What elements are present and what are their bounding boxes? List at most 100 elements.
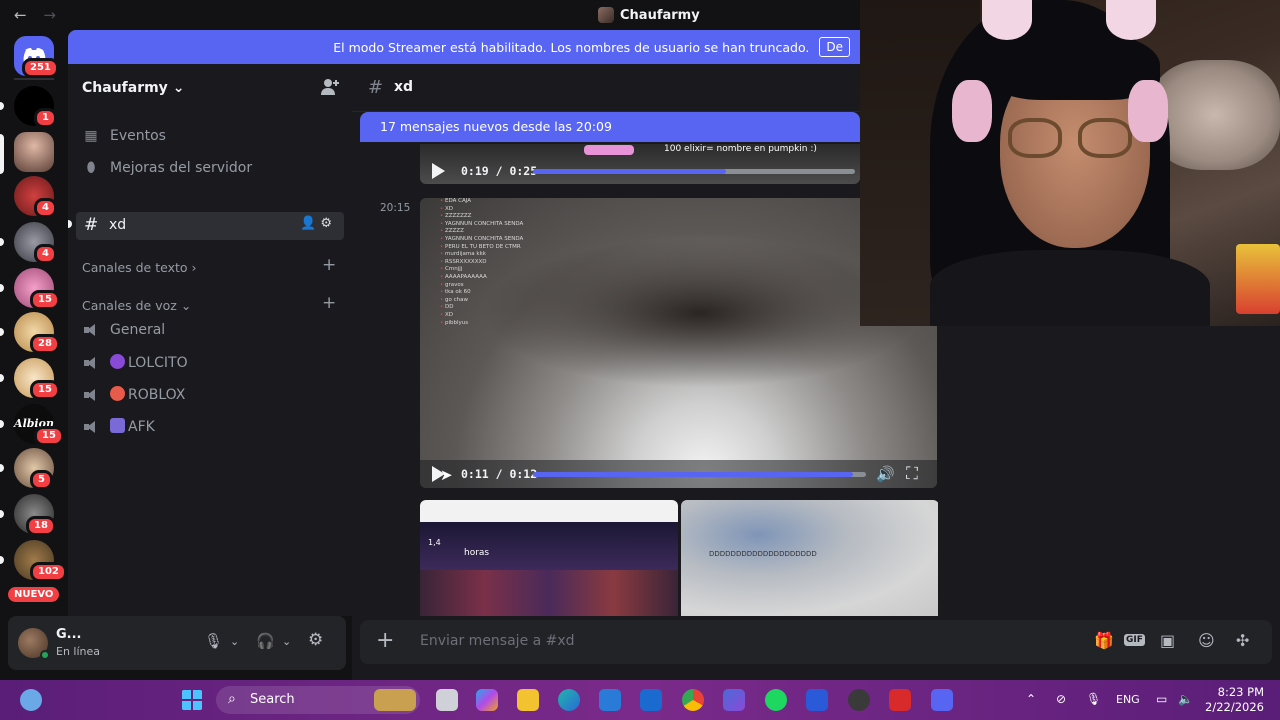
username[interactable]: G... — [56, 627, 82, 642]
language-indicator[interactable]: ENG — [1116, 693, 1140, 706]
attach-plus-icon[interactable]: + — [376, 628, 394, 653]
emoji-icon[interactable]: ☺ — [1198, 631, 1215, 650]
add-voice-channel-icon[interactable]: + — [322, 293, 336, 313]
message-input[interactable]: Enviar mensaje a #xd — [420, 633, 575, 649]
forward-arrow-icon[interactable]: → — [43, 6, 56, 24]
server-icon-4[interactable]: 15 — [14, 268, 60, 310]
server-icon-1[interactable]: 1 — [14, 86, 57, 128]
gif-button[interactable]: GIF — [1124, 634, 1145, 646]
invite-icon[interactable]: 👤 — [300, 216, 320, 231]
discord-taskbar-icon[interactable] — [931, 689, 953, 711]
windows-start-icon[interactable] — [181, 689, 203, 711]
app-icon[interactable] — [806, 689, 828, 711]
headphones-icon[interactable]: 🎧 — [256, 632, 275, 650]
copilot-icon[interactable] — [476, 689, 498, 711]
add-text-channel-icon[interactable]: + — [322, 255, 336, 275]
server-badge: 1 — [34, 108, 57, 128]
edge-icon[interactable] — [558, 689, 580, 711]
monitor-icon[interactable]: ▭ — [1156, 692, 1167, 706]
server-icon-9[interactable]: 102 — [14, 540, 67, 582]
server-icon-chaufarmy[interactable] — [14, 132, 54, 172]
server-name: Chaufarmy — [82, 80, 168, 96]
stream-chat-text: RSSRXXXXXXD — [445, 258, 487, 265]
chevron-up-icon[interactable]: ⌃ — [1026, 692, 1036, 706]
volume-icon[interactable]: 🔊 — [876, 465, 895, 483]
voice-channel-roblox[interactable]: ROBLOX — [82, 386, 185, 403]
server-badge: 4 — [34, 244, 57, 264]
category-text-channels[interactable]: Canales de texto › — [82, 260, 197, 275]
sleep-emoji-icon — [110, 418, 125, 433]
chevron-down-icon[interactable]: ⌄ — [230, 635, 239, 648]
channel-item-xd[interactable]: # xd 👤⚙ — [76, 212, 344, 240]
microphone-icon[interactable]: 🎙 — [204, 632, 223, 650]
chat-background — [938, 326, 1280, 616]
taskbar-search[interactable]: ⌕ Search — [216, 686, 420, 714]
server-name-header[interactable]: Chaufarmy ⌄ — [82, 80, 184, 96]
server-icon-5[interactable]: 28 — [14, 312, 60, 354]
image-attachment-2[interactable]: DDDDDDDDDDDDDDDDDDDD — [681, 500, 939, 616]
gift-icon[interactable]: 🎁 — [1094, 631, 1114, 650]
search-highlight-image — [374, 689, 416, 711]
new-badge: NUEVO — [8, 587, 60, 602]
category-voice-channels[interactable]: Canales de voz ⌄ — [82, 298, 191, 313]
home-badge: 251 — [22, 58, 59, 78]
stream-chat-text: tka ok 60 — [445, 289, 471, 296]
weather-widget-icon[interactable] — [20, 689, 42, 711]
voice-channel-label: LOLCITO — [128, 355, 188, 371]
obs-icon[interactable] — [848, 689, 870, 711]
stream-chat-line: • gravos — [440, 281, 464, 288]
outlook-icon[interactable] — [640, 689, 662, 711]
sidebar-item-mejoras[interactable]: ⬮ Mejoras del servidor — [82, 160, 253, 176]
network-off-icon[interactable]: ⊘ — [1056, 692, 1066, 706]
photos-icon[interactable] — [723, 689, 745, 711]
store-icon[interactable] — [599, 689, 621, 711]
category-label: Canales de texto — [82, 260, 188, 275]
taskbar-clock[interactable]: 8:23 PM 2/22/2026 — [1198, 685, 1264, 715]
stream-chat-overlay: • EDA CAJA • XD • ZZZZZZZ • YAGNNUN CONCHIT… — [440, 198, 523, 327]
server-icon-8[interactable]: 18 — [14, 494, 56, 536]
server-icon-3[interactable]: 4 — [14, 222, 57, 264]
stream-chat-text: murdijama kkk — [445, 251, 486, 258]
invite-members-icon[interactable] — [320, 78, 340, 96]
voice-channel-general[interactable]: General — [82, 322, 165, 338]
spotify-icon[interactable] — [765, 689, 787, 711]
microphone-icon[interactable]: 🎙 — [1086, 692, 1101, 706]
voice-channel-label: ROBLOX — [128, 387, 186, 403]
video-progress-track[interactable] — [533, 168, 855, 174]
voice-channel-lolcito[interactable]: LOLCITO — [82, 354, 188, 371]
thumb-text: 1,4 — [428, 538, 441, 547]
banner-disable-button[interactable]: De — [819, 37, 850, 57]
server-icon-6[interactable]: 15 — [14, 358, 60, 400]
video-player-top[interactable]: 100 elixir= nombre en pumpkin :) 0:19 / … — [420, 144, 860, 184]
game-launcher-icon[interactable] — [889, 689, 911, 711]
video-progress-track[interactable] — [533, 471, 866, 477]
face-emoji-icon — [110, 386, 125, 401]
chrome-icon[interactable] — [682, 689, 704, 711]
chevron-down-icon[interactable]: ⌄ — [282, 635, 291, 648]
unread-pill — [0, 102, 4, 110]
back-arrow-icon[interactable]: ← — [14, 6, 27, 24]
gear-icon[interactable]: ⚙ — [308, 630, 323, 650]
unread-pill — [0, 420, 4, 428]
sticker-icon[interactable]: ▣ — [1160, 631, 1175, 650]
gear-icon[interactable]: ⚙ — [320, 216, 336, 231]
server-badge: 4 — [34, 198, 57, 218]
discord-home-icon[interactable]: 251 — [14, 36, 59, 78]
server-icon-2[interactable]: 4 — [14, 176, 57, 218]
server-icon-albion[interactable]: Albion 15 — [14, 404, 64, 446]
play-icon[interactable] — [432, 163, 445, 179]
stream-chat-text: EDA CAJA — [445, 198, 472, 204]
apps-icon[interactable]: ✣ — [1236, 631, 1249, 650]
chevron-down-icon: ⌄ — [180, 298, 192, 313]
new-messages-bar[interactable]: 17 mensajes nuevos desde las 20:09 — [360, 112, 860, 142]
voice-channel-afk[interactable]: AFK — [82, 418, 155, 435]
task-view-icon[interactable] — [436, 689, 458, 711]
server-icon-7[interactable]: 5 — [14, 448, 54, 490]
sidebar-item-eventos[interactable]: ▦ Eventos — [82, 128, 166, 144]
file-explorer-icon[interactable] — [517, 689, 539, 711]
stream-chat-line: • PERU EL TU BETO DE CTMR — [440, 243, 521, 250]
image-attachment-1[interactable]: 1,4 horas — [420, 500, 678, 616]
sidebar-item-label: Mejoras del servidor — [110, 160, 253, 176]
volume-icon[interactable]: 🔈 — [1178, 692, 1193, 706]
fullscreen-icon[interactable]: ⛶ — [906, 464, 918, 484]
